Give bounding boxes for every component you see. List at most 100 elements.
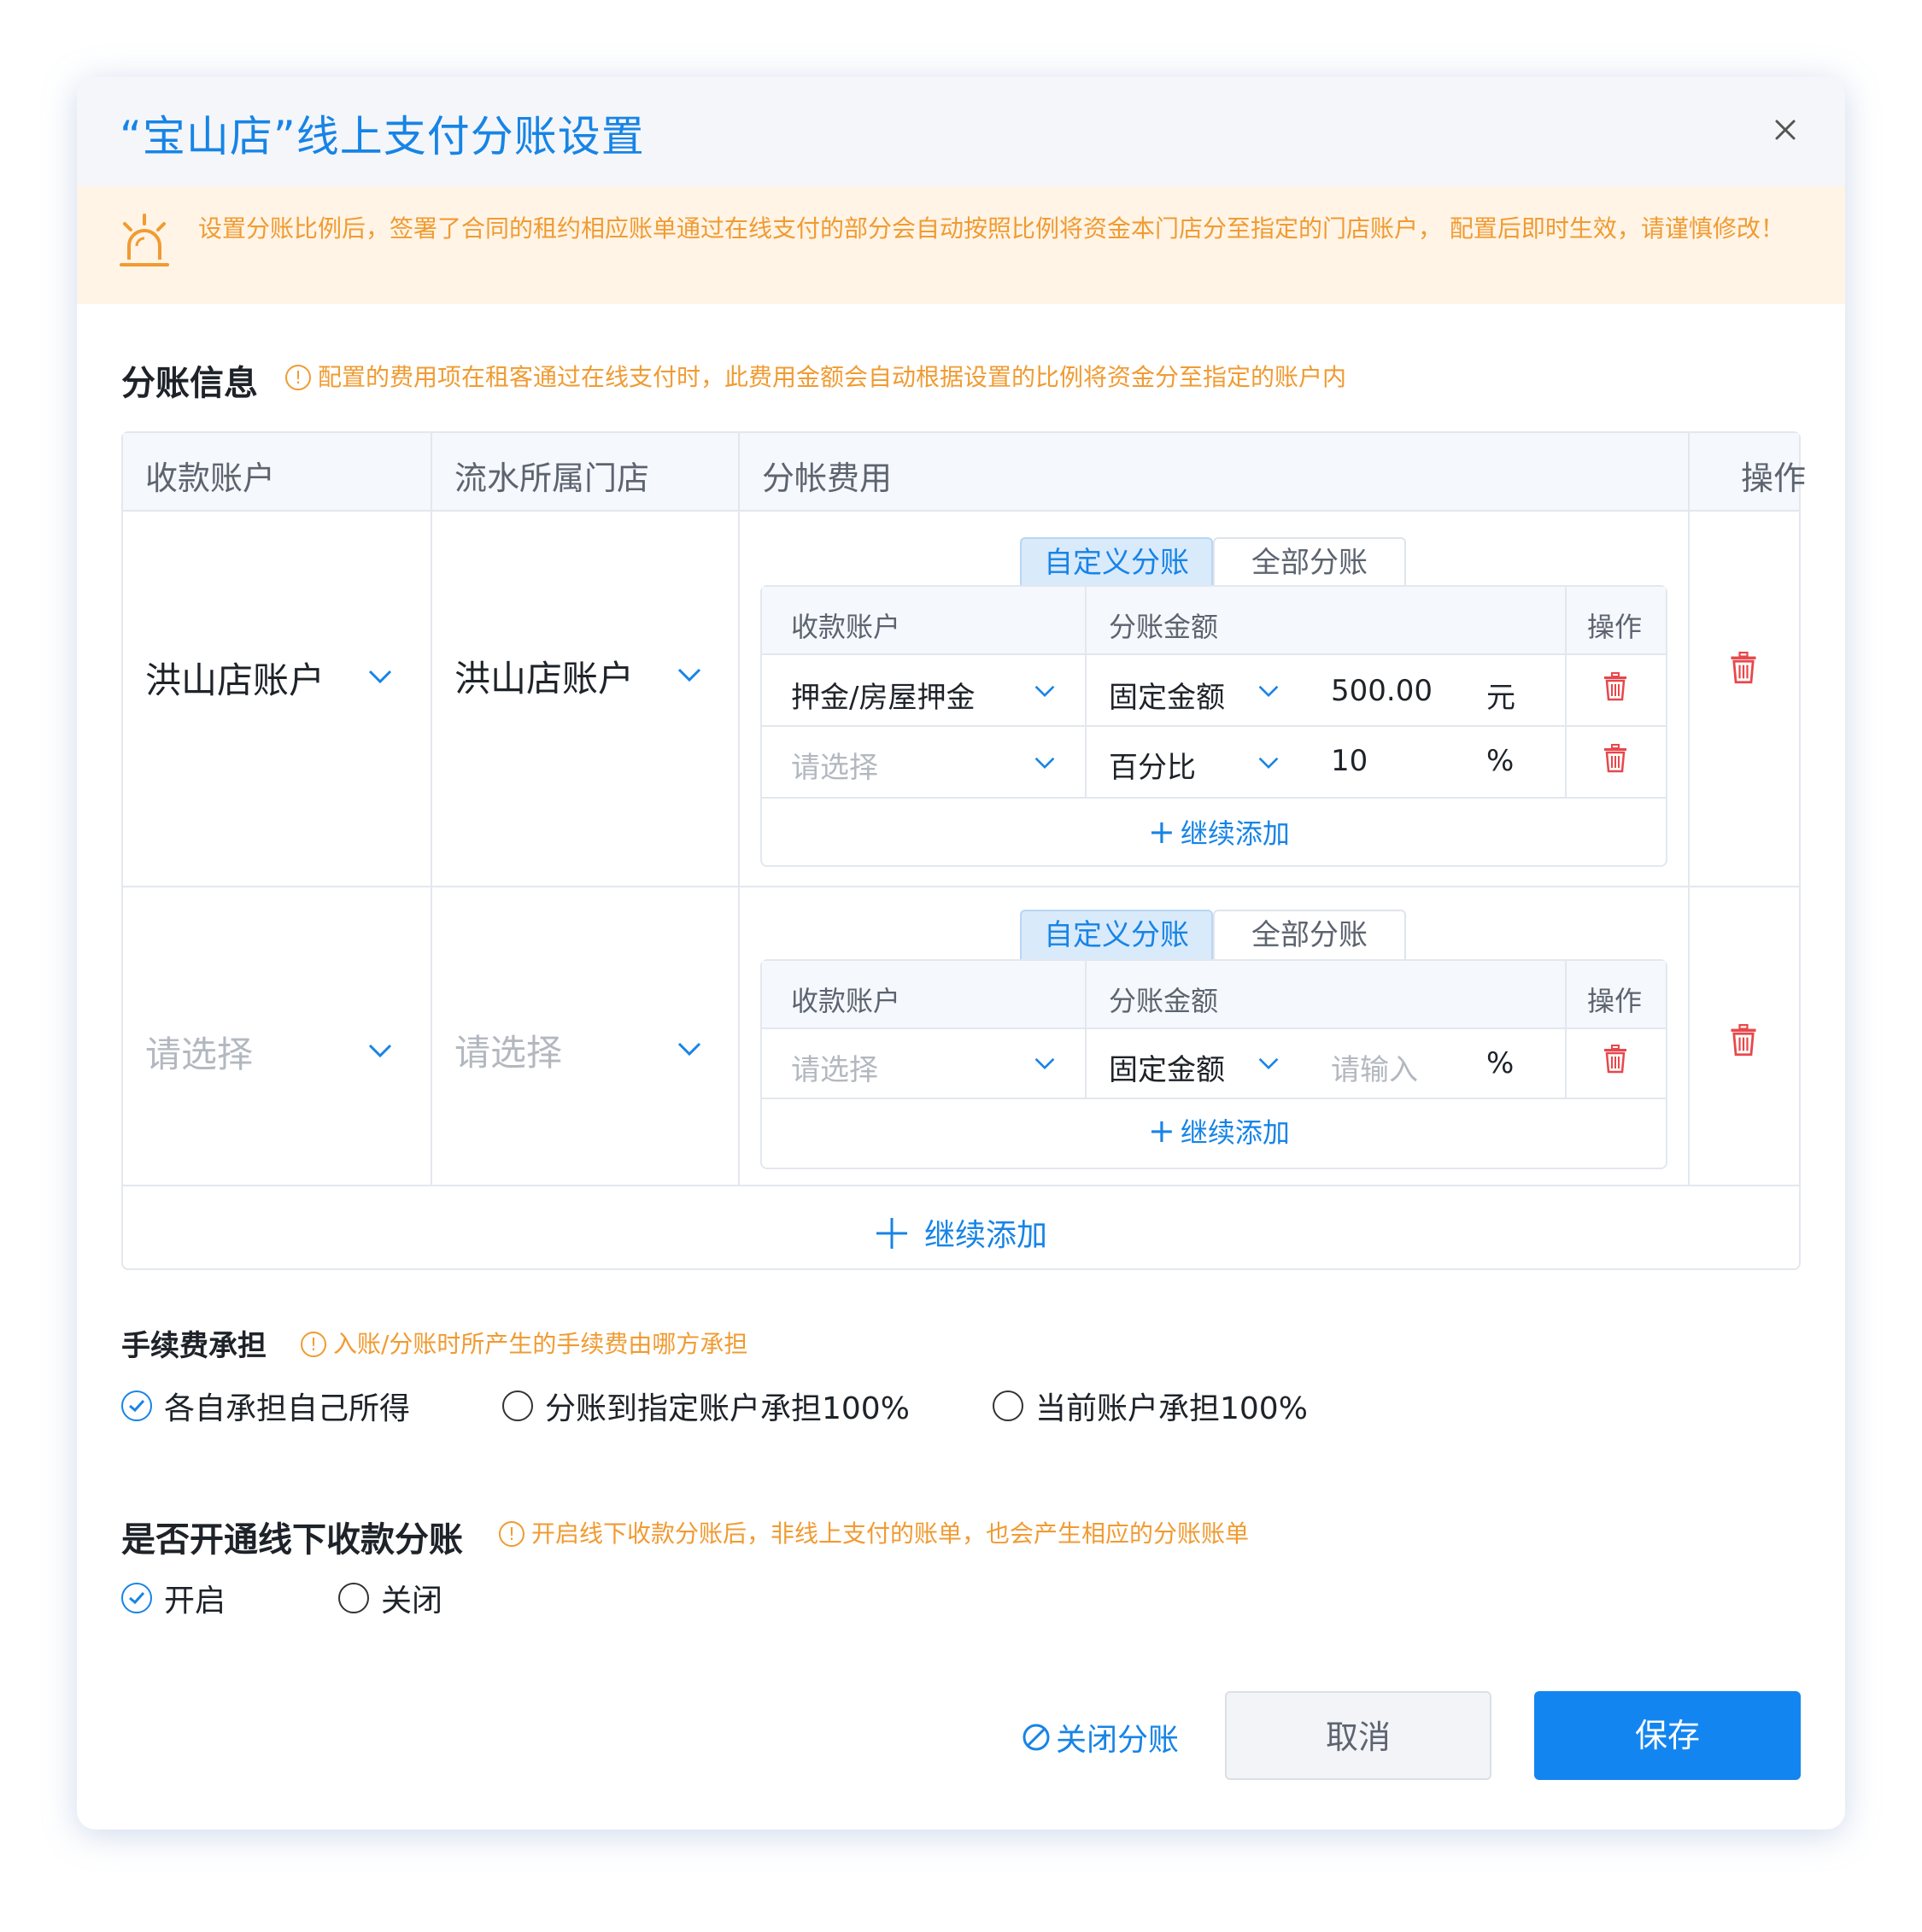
trash-icon[interactable] bbox=[1603, 672, 1628, 701]
close-split-label: 关闭分账 bbox=[1056, 1723, 1180, 1758]
offline-option-label: 开启 bbox=[164, 1584, 226, 1619]
warning-banner: 设置分账比例后，签署了合同的租约相应账单通过在线支付的部分会自动按照比例将资金本… bbox=[77, 186, 1845, 304]
divider bbox=[1085, 587, 1087, 797]
row2-account-select[interactable]: 请选择 bbox=[145, 1026, 253, 1078]
forbidden-icon bbox=[1023, 1724, 1050, 1751]
chevron-down-icon[interactable] bbox=[1257, 684, 1280, 698]
offline-option-on[interactable]: 开启 bbox=[121, 1576, 226, 1620]
col-store: 流水所属门店 bbox=[454, 460, 650, 497]
tab-custom-split[interactable]: 自定义分账 bbox=[1020, 910, 1213, 961]
trash-icon[interactable] bbox=[1603, 1045, 1628, 1074]
divider bbox=[738, 433, 740, 1186]
alarm-icon bbox=[120, 214, 169, 266]
chevron-down-icon[interactable] bbox=[367, 1043, 393, 1058]
add-fee-item-label: 继续添加 bbox=[1180, 817, 1290, 850]
warning-text: 设置分账比例后，签署了合同的租约相应账单通过在线支付的部分会自动按照比例将资金本… bbox=[198, 214, 1784, 243]
sub-col-account: 收款账户 bbox=[791, 611, 901, 643]
trash-icon[interactable] bbox=[1603, 744, 1628, 773]
fee-type-select[interactable]: 固定金额 bbox=[1109, 674, 1225, 716]
row1-store-select[interactable]: 洪山店账户 bbox=[454, 650, 634, 702]
fee-option-target[interactable]: 分账到指定账户承担100% bbox=[502, 1384, 910, 1428]
col-fee: 分帐费用 bbox=[762, 460, 893, 497]
sub-col-action: 操作 bbox=[1587, 611, 1643, 643]
chevron-down-icon[interactable] bbox=[1034, 684, 1056, 698]
fee-option-each[interactable]: 各自承担自己所得 bbox=[121, 1384, 410, 1428]
delete-row-trash-icon[interactable] bbox=[1729, 1024, 1758, 1057]
divider bbox=[1688, 433, 1690, 1186]
fee-title: 手续费承担 bbox=[121, 1329, 267, 1363]
cancel-button[interactable]: 取消 bbox=[1225, 1691, 1491, 1780]
fee-unit: 元 bbox=[1486, 681, 1515, 715]
info-icon: ! bbox=[285, 365, 311, 390]
add-fee-item-link[interactable]: + 继续添加 bbox=[1148, 812, 1290, 852]
row1-split-tabs: 自定义分账 全部分账 bbox=[1020, 537, 1413, 588]
chevron-down-icon[interactable] bbox=[367, 669, 393, 684]
fee-hint-text: 入账/分账时所产生的手续费由哪方承担 bbox=[333, 1330, 748, 1358]
close-split-link[interactable]: 关闭分账 bbox=[1022, 1715, 1179, 1759]
fee-amount-input[interactable]: 500.00 bbox=[1331, 674, 1433, 708]
sub-col-action: 操作 bbox=[1587, 985, 1643, 1017]
fee-option-label: 各自承担自己所得 bbox=[164, 1391, 411, 1426]
chevron-down-icon[interactable] bbox=[1257, 756, 1280, 770]
fee-item-account-select[interactable]: 押金/房屋押金 bbox=[791, 674, 975, 716]
offline-hint-text: 开启线下收款分账后，非线上支付的账单，也会产生相应的分账账单 bbox=[531, 1519, 1250, 1548]
fee-item-account-select[interactable]: 请选择 bbox=[791, 1046, 878, 1088]
radio-checked-icon bbox=[121, 1390, 152, 1421]
save-button[interactable]: 保存 bbox=[1534, 1691, 1801, 1780]
chevron-down-icon[interactable] bbox=[1034, 1057, 1056, 1070]
offline-option-off[interactable]: 关闭 bbox=[338, 1576, 442, 1620]
fee-type-select[interactable]: 百分比 bbox=[1109, 744, 1196, 786]
info-icon: ! bbox=[301, 1332, 326, 1357]
sub-col-amount: 分账金额 bbox=[1109, 611, 1219, 643]
row1-fee-table: 收款账户 分账金额 操作 押金/房屋押金 固定金额 500.00 元 请选择 百… bbox=[760, 585, 1667, 867]
add-fee-item-label: 继续添加 bbox=[1180, 1116, 1290, 1149]
add-split-row-link[interactable]: 继续添加 bbox=[875, 1210, 1047, 1255]
row2-split-tabs: 自定义分账 全部分账 bbox=[1020, 910, 1413, 961]
add-split-row-label: 继续添加 bbox=[924, 1218, 1048, 1253]
radio-unchecked-icon bbox=[502, 1390, 533, 1421]
divider bbox=[762, 725, 1666, 727]
divider bbox=[1565, 961, 1567, 1098]
fee-option-label: 当前账户承担100% bbox=[1035, 1391, 1308, 1426]
tab-all-split[interactable]: 全部分账 bbox=[1213, 910, 1406, 961]
sub-col-account: 收款账户 bbox=[791, 985, 901, 1017]
chevron-down-icon[interactable] bbox=[1034, 756, 1056, 770]
row2-fee-table: 收款账户 分账金额 操作 请选择 固定金额 请输入 % + 继续添加 bbox=[760, 959, 1667, 1169]
chevron-down-icon[interactable] bbox=[1257, 1057, 1280, 1070]
fee-type-select[interactable]: 固定金额 bbox=[1109, 1046, 1225, 1088]
divider bbox=[123, 1185, 1799, 1186]
sub-col-amount: 分账金额 bbox=[1109, 985, 1219, 1017]
delete-row-trash-icon[interactable] bbox=[1729, 652, 1758, 684]
fee-item-account-select[interactable]: 请选择 bbox=[791, 744, 878, 786]
divider bbox=[123, 886, 1799, 887]
radio-unchecked-icon bbox=[993, 1390, 1023, 1421]
divider bbox=[1565, 587, 1567, 797]
info-icon: ! bbox=[499, 1521, 524, 1547]
plus-icon: + bbox=[1148, 813, 1175, 851]
offline-title: 是否开通线下收款分账 bbox=[121, 1520, 463, 1560]
split-table: 收款账户 流水所属门店 分帐费用 操作 洪山店账户 洪山店账户 自定义分账 全部… bbox=[121, 431, 1806, 1270]
chevron-down-icon[interactable] bbox=[677, 1041, 702, 1057]
fee-table-header: 收款账户 分账金额 操作 bbox=[762, 961, 1666, 1029]
radio-unchecked-icon bbox=[338, 1583, 369, 1613]
split-table-header: 收款账户 流水所属门店 分帐费用 操作 bbox=[123, 433, 1806, 512]
tab-all-split[interactable]: 全部分账 bbox=[1213, 537, 1406, 588]
fee-unit: % bbox=[1486, 744, 1515, 778]
fee-amount-input[interactable]: 10 bbox=[1331, 744, 1368, 778]
close-icon[interactable] bbox=[1767, 111, 1804, 149]
chevron-down-icon[interactable] bbox=[677, 667, 702, 682]
fee-option-current[interactable]: 当前账户承担100% bbox=[993, 1384, 1308, 1428]
fee-option-label: 分账到指定账户承担100% bbox=[545, 1391, 910, 1426]
col-action: 操作 bbox=[1741, 460, 1807, 497]
plus-icon: + bbox=[1148, 1112, 1175, 1150]
tab-custom-split[interactable]: 自定义分账 bbox=[1020, 537, 1213, 588]
row1-account-select[interactable]: 洪山店账户 bbox=[145, 652, 325, 704]
split-info-hint: ! 配置的费用项在租客通过在线支付时，此费用金额会自动根据设置的比例将资金分至指定… bbox=[285, 359, 1346, 393]
row2-store-select[interactable]: 请选择 bbox=[454, 1024, 562, 1076]
fee-amount-input[interactable]: 请输入 bbox=[1331, 1046, 1418, 1088]
offline-option-label: 关闭 bbox=[381, 1584, 443, 1619]
add-fee-item-link[interactable]: + 继续添加 bbox=[1148, 1111, 1290, 1150]
fee-hint: ! 入账/分账时所产生的手续费由哪方承担 bbox=[301, 1326, 747, 1360]
divider bbox=[762, 797, 1666, 799]
divider bbox=[431, 433, 432, 1186]
